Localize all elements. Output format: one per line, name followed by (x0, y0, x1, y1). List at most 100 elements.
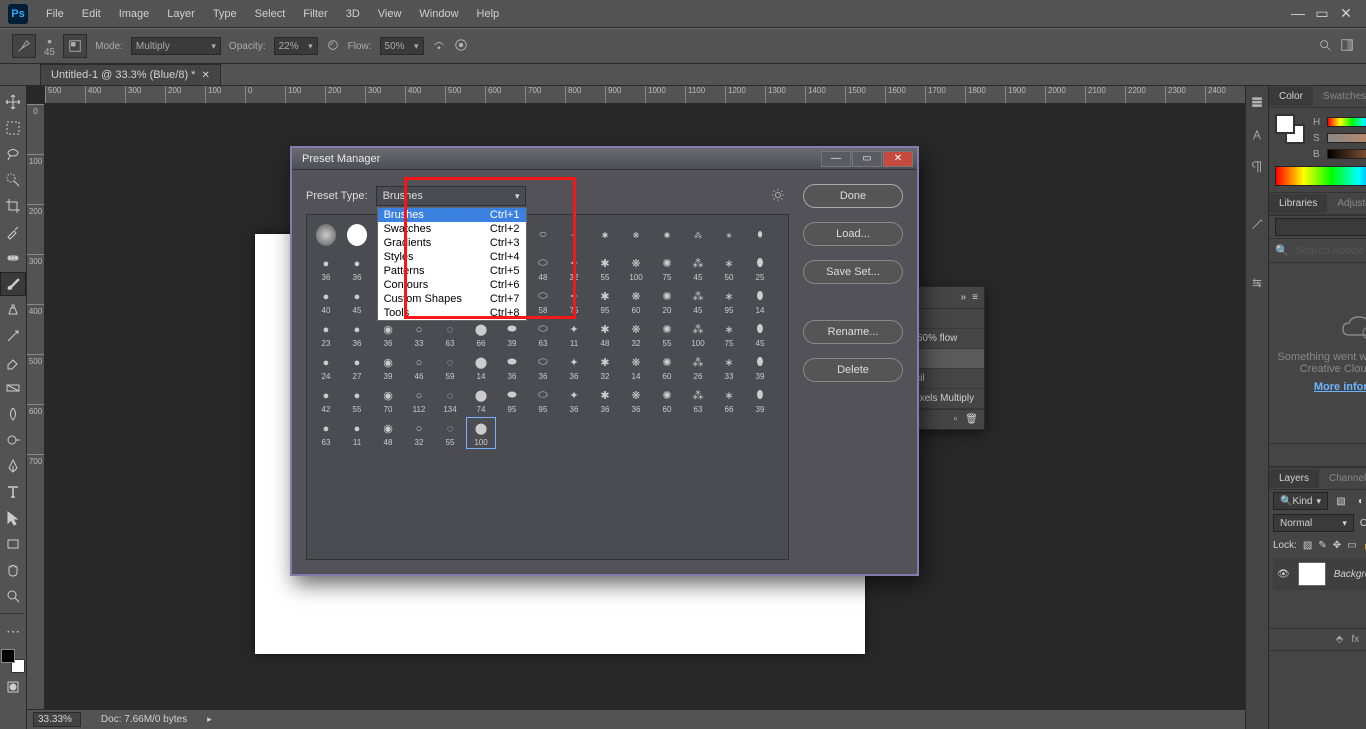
foreground-color-swatch[interactable] (1, 649, 15, 663)
color-spectrum[interactable] (1275, 166, 1366, 186)
brush-preset[interactable]: ⬮ (745, 219, 775, 251)
brush-preset[interactable]: ✱32 (590, 351, 620, 383)
brush-preset[interactable]: ◉48 (373, 417, 403, 449)
brush-preset[interactable]: ⬮39 (745, 351, 775, 383)
brush-preset[interactable]: ●36 (311, 252, 341, 284)
bri-slider[interactable] (1327, 149, 1366, 159)
brush-preset[interactable]: ⁂45 (683, 285, 713, 317)
menu-help[interactable]: Help (469, 5, 508, 23)
preset-type-option[interactable]: SwatchesCtrl+2 (378, 222, 526, 236)
quick-select-tool[interactable] (0, 168, 26, 192)
brush-preset[interactable]: ✺75 (652, 252, 682, 284)
delete-preset-icon[interactable]: 🗑 (965, 414, 978, 425)
layers-tab[interactable]: Layers (1269, 469, 1319, 488)
brush-preset[interactable]: ⬮39 (745, 384, 775, 416)
paragraph-panel-icon[interactable] (1246, 156, 1268, 178)
layer-name[interactable]: Background (1334, 569, 1366, 580)
blur-tool[interactable] (0, 402, 26, 426)
foreground-background-colors[interactable] (1, 649, 25, 673)
brush-preset[interactable]: ◌134 (435, 384, 465, 416)
brush-preset[interactable]: ⬤74 (466, 384, 496, 416)
menu-edit[interactable]: Edit (74, 5, 109, 23)
vertical-ruler[interactable]: 0100200300400500600700 (27, 104, 45, 729)
dialog-close-button[interactable]: ✕ (883, 151, 913, 167)
eraser-tool[interactable] (0, 350, 26, 374)
minimize-button[interactable]: — (1290, 5, 1306, 22)
brush-preset[interactable]: ❋100 (621, 252, 651, 284)
brush-preset[interactable]: ✺60 (652, 351, 682, 383)
brush-preset[interactable]: ●42 (311, 384, 341, 416)
layer-thumbnail[interactable] (1298, 562, 1326, 586)
brush-preset[interactable]: ✱ (590, 219, 620, 251)
pressure-opacity-icon[interactable] (326, 38, 340, 55)
brush-preset[interactable]: ∗75 (714, 318, 744, 350)
brush-preset[interactable]: ✱48 (590, 318, 620, 350)
link-layers-icon[interactable]: ⬘ (1336, 634, 1344, 645)
delete-button[interactable]: Delete (803, 358, 903, 382)
brush-preset[interactable]: ✦11 (559, 318, 589, 350)
brush-preset[interactable]: ◉36 (373, 318, 403, 350)
hand-tool[interactable] (0, 558, 26, 582)
zoom-tool[interactable] (0, 584, 26, 608)
brush-preset[interactable]: ⁂26 (683, 351, 713, 383)
brush-preset[interactable]: ✱55 (590, 252, 620, 284)
dialog-minimize-button[interactable]: — (821, 151, 851, 167)
libraries-tab[interactable]: Libraries (1269, 194, 1327, 213)
brush-preset[interactable]: ●27 (342, 351, 372, 383)
tool-preset-picker[interactable] (12, 34, 36, 58)
brush-preset[interactable]: ●55 (342, 384, 372, 416)
type-tool[interactable] (0, 480, 26, 504)
filter-kind-dropdown[interactable]: 🔍Kind▾ (1273, 492, 1328, 510)
filter-adjust-icon[interactable]: ◐ (1354, 496, 1366, 507)
brush-preset[interactable]: ⬭48 (528, 252, 558, 284)
marquee-tool[interactable] (0, 116, 26, 140)
brush-preset[interactable]: ⬭ (528, 219, 558, 251)
menu-image[interactable]: Image (111, 5, 158, 23)
history-brush-tool[interactable] (0, 324, 26, 348)
brush-preset[interactable]: ⬬39 (497, 318, 527, 350)
library-select[interactable] (1275, 218, 1366, 236)
brush-preset[interactable]: ●63 (311, 417, 341, 449)
menu-window[interactable]: Window (411, 5, 466, 23)
menu-layer[interactable]: Layer (159, 5, 203, 23)
character-panel-icon[interactable] (1246, 124, 1268, 146)
brush-preset[interactable]: ✦32 (559, 252, 589, 284)
save-set-button[interactable]: Save Set... (803, 260, 903, 284)
fg-color[interactable] (1275, 114, 1295, 134)
lasso-tool[interactable] (0, 142, 26, 166)
brush-preset[interactable]: ⬭58 (528, 285, 558, 317)
dodge-tool[interactable] (0, 428, 26, 452)
menu-filter[interactable]: Filter (295, 5, 335, 23)
brush-preset[interactable]: ⬮45 (745, 318, 775, 350)
workspace-switcher[interactable] (1340, 38, 1354, 55)
path-select-tool[interactable] (0, 506, 26, 530)
brush-preset[interactable]: ✦ (559, 219, 589, 251)
mode-dropdown[interactable]: Multiply▾ (131, 37, 221, 55)
preset-type-option[interactable]: StylesCtrl+4 (378, 250, 526, 264)
lock-artboard-icon[interactable]: ▭ (1347, 540, 1356, 551)
layer-item[interactable]: 👁 Background 🔒 (1273, 558, 1366, 590)
more-info-link[interactable]: More information (1314, 381, 1366, 393)
menu-view[interactable]: View (370, 5, 410, 23)
airbrush-icon[interactable] (432, 38, 446, 55)
close-button[interactable]: ✕ (1338, 5, 1354, 22)
crop-tool[interactable] (0, 194, 26, 218)
brush-preset[interactable]: ✺ (652, 219, 682, 251)
brush-preset[interactable]: ❋60 (621, 285, 651, 317)
done-button[interactable]: Done (803, 184, 903, 208)
brush-preset[interactable]: ●11 (342, 417, 372, 449)
brush-preset[interactable]: ◉70 (373, 384, 403, 416)
brush-preset[interactable]: ◌63 (435, 318, 465, 350)
filter-pixel-icon[interactable]: ▧ (1334, 496, 1348, 507)
brush-preset[interactable]: ●36 (342, 252, 372, 284)
preset-type-option[interactable]: ContoursCtrl+6 (378, 278, 526, 292)
status-chevron-icon[interactable]: ▸ (207, 714, 212, 725)
flow-input[interactable]: 50%▾ (380, 37, 424, 55)
brush-preset[interactable]: ⬭63 (528, 318, 558, 350)
brush-preset[interactable]: ∗95 (714, 285, 744, 317)
panel-menu-icon[interactable]: ≡ (972, 292, 978, 303)
brush-preset[interactable]: ○33 (404, 318, 434, 350)
preset-type-option[interactable]: Custom ShapesCtrl+7 (378, 292, 526, 306)
brush-preset[interactable]: ∗66 (714, 384, 744, 416)
brush-preset[interactable] (311, 219, 341, 251)
